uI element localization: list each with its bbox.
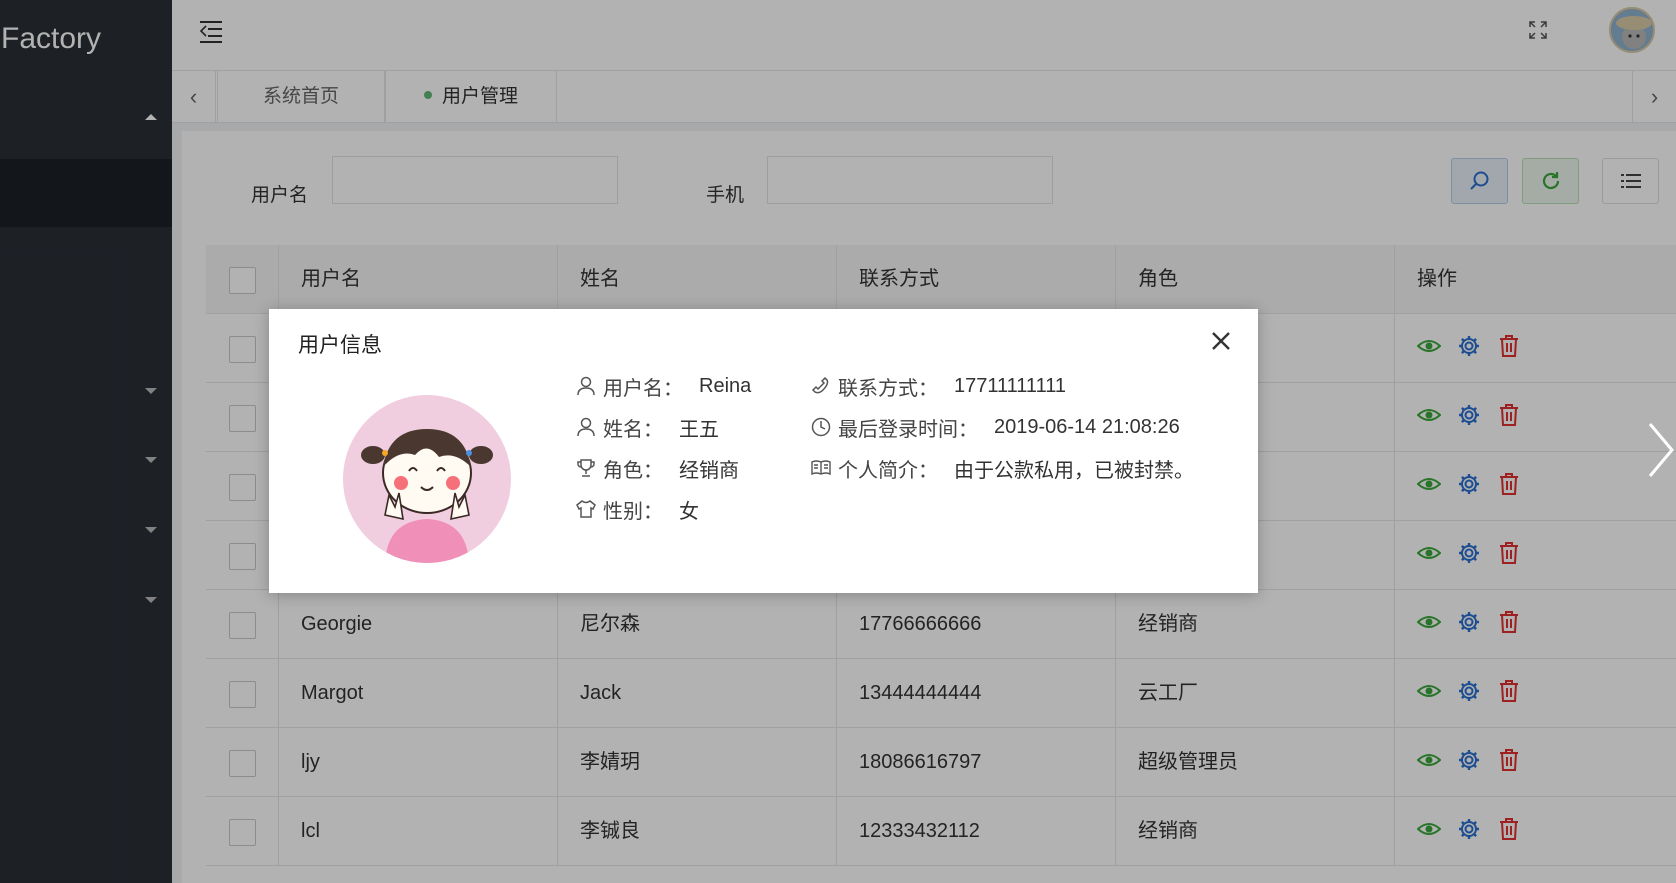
gender-value: 女: [679, 500, 699, 523]
contact-label: 联系方式：: [838, 377, 938, 400]
gender-label: 性别：: [603, 500, 663, 523]
info-contact: 联系方式： 17711111111: [810, 372, 1066, 400]
info-role: 角色： 经销商: [575, 454, 739, 482]
last-login-value: 2019-06-14 21:08:26: [994, 415, 1180, 438]
role-label: 角色：: [603, 459, 663, 482]
bio-value: 由于公款私用，已被封禁。: [954, 459, 1194, 482]
username-label: 用户名：: [603, 377, 683, 400]
info-gender: 性别： 女: [575, 495, 699, 523]
info-name: 姓名： 王五: [575, 413, 719, 441]
username-value: Reina: [699, 374, 752, 397]
shirt-icon: [576, 500, 596, 518]
info-username: 用户名： Reina: [575, 372, 751, 400]
phone-icon: [811, 376, 829, 394]
contact-value: 17711111111: [954, 374, 1066, 397]
last-login-label: 最后登录时间：: [838, 418, 978, 441]
info-last-login: 最后登录时间： 2019-06-14 21:08:26: [810, 413, 1180, 441]
close-icon[interactable]: [1209, 329, 1233, 353]
trophy-icon: [577, 459, 595, 477]
name-label: 姓名：: [603, 418, 663, 441]
book-icon: [811, 460, 831, 476]
bio-label: 个人简介：: [838, 459, 938, 482]
user-avatar-large: [343, 395, 511, 563]
role-value: 经销商: [679, 459, 739, 482]
info-bio: 个人简介： 由于公款私用，已被封禁。: [810, 454, 1194, 482]
user-icon: [577, 417, 595, 437]
clock-icon: [811, 417, 831, 437]
next-slide-icon[interactable]: [1646, 420, 1676, 480]
name-value: 王五: [679, 418, 719, 441]
user-icon: [577, 376, 595, 396]
user-info-dialog: 用户信息 用户名： Reina 姓名： 王五 角色： 经销商 性别： 女 联系方…: [269, 309, 1258, 593]
dialog-title: 用户信息: [298, 334, 382, 357]
